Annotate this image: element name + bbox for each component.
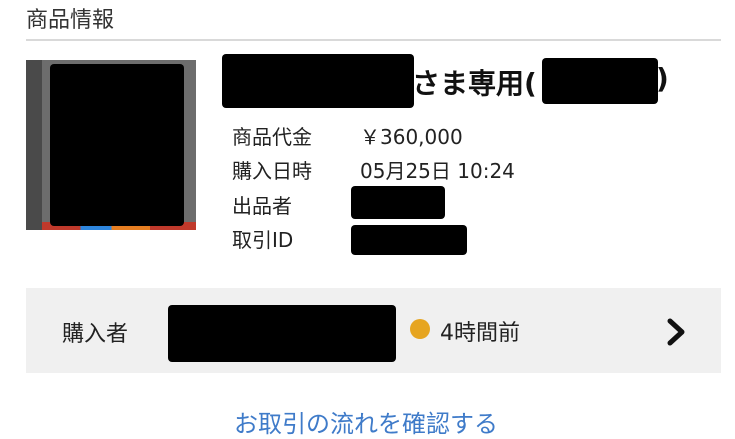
title-close-paren: ) (656, 62, 669, 95)
price-row: 商品代金 ￥360,000 (232, 121, 463, 150)
price-value: ￥360,000 (360, 125, 463, 149)
transaction-flow-link[interactable]: お取引の流れを確認する (234, 404, 498, 439)
seller-row: 出品者 (232, 190, 360, 219)
seller-label: 出品者 (232, 194, 292, 218)
redacted-name (222, 54, 414, 108)
section-divider (26, 39, 721, 41)
title-suffix: さま専用( (412, 67, 537, 100)
redacted-seller (351, 186, 445, 219)
redacted-title-id (542, 58, 658, 104)
status-dot (410, 319, 430, 339)
price-label: 商品代金 (232, 125, 312, 149)
date-label: 購入日時 (232, 159, 312, 183)
buyer-label: 購入者 (62, 322, 129, 347)
redacted-buyer-name (168, 305, 396, 362)
transaction-row: 取引ID (232, 224, 360, 253)
redacted-transaction-id (351, 225, 467, 255)
buyer-row[interactable]: 購入者 4時間前 (26, 288, 721, 373)
section-title: 商品情報 (26, 8, 115, 33)
date-row: 購入日時 05月25日 10:24 (232, 155, 515, 184)
status-text: 4時間前 (440, 321, 520, 346)
chevron-right-icon[interactable] (664, 317, 690, 347)
redacted-image (50, 64, 184, 226)
product-thumbnail[interactable] (26, 60, 196, 230)
transaction-id-label: 取引ID (232, 228, 294, 252)
thumbnail-edge (26, 60, 42, 230)
date-value: 05月25日 10:24 (360, 159, 515, 183)
